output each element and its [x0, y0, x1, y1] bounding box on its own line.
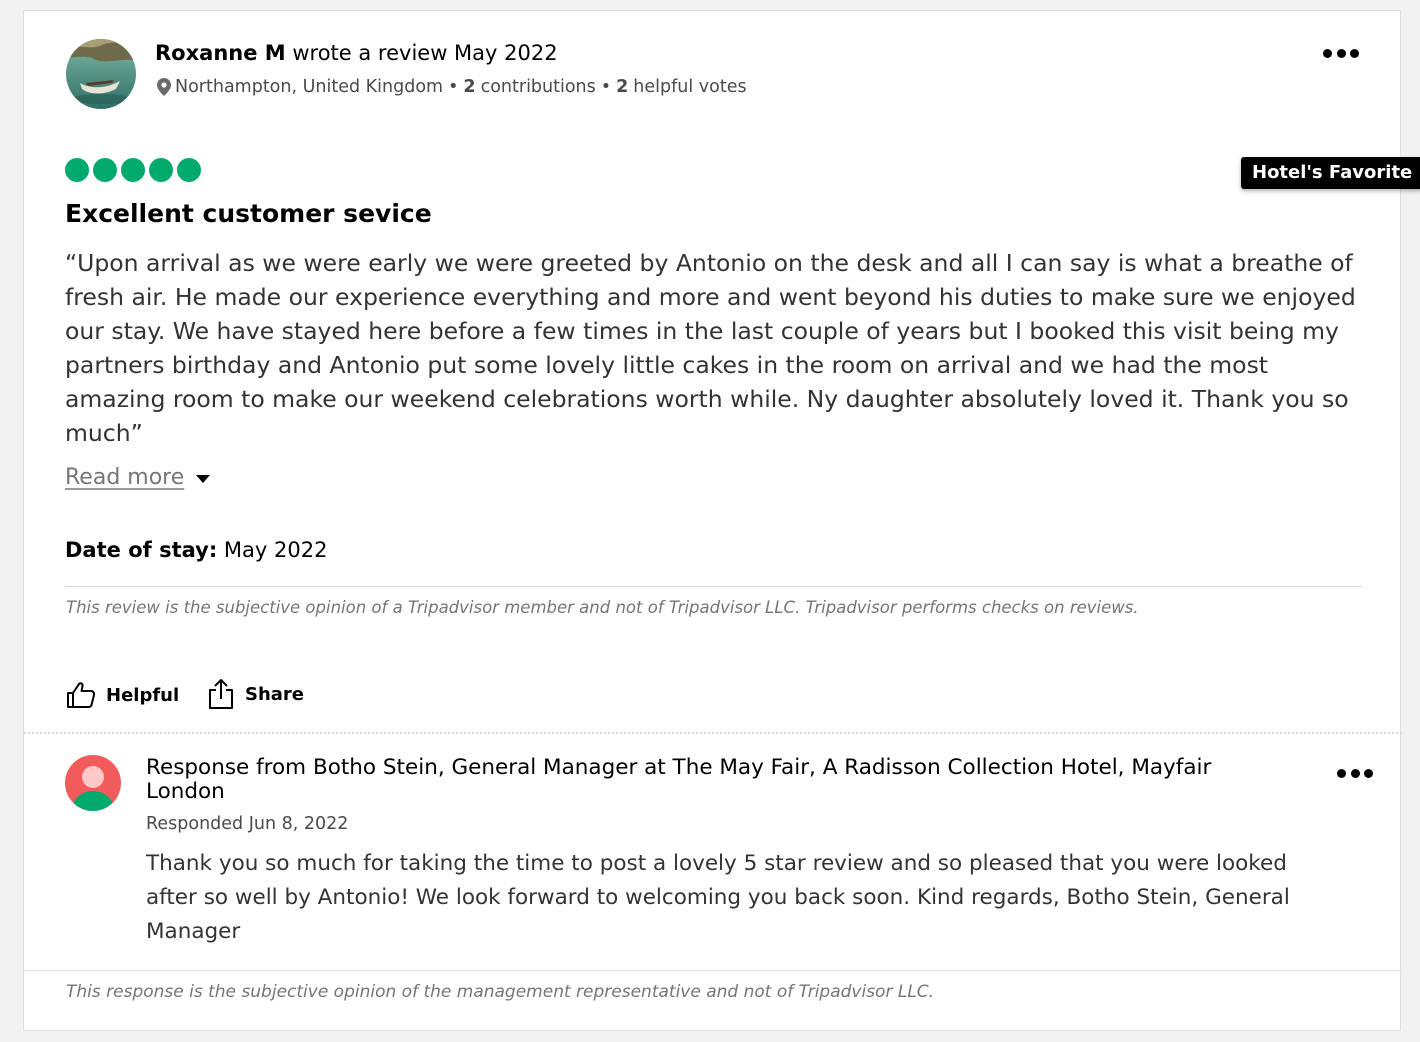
review-card: Roxanne M wrote a review May 2022 Northa…: [23, 10, 1420, 1031]
date-of-stay-value: May 2022: [223, 538, 328, 562]
map-pin-icon: [157, 78, 171, 96]
review-title[interactable]: Excellent customer sevice: [65, 198, 432, 230]
more-options-icon[interactable]: [1337, 767, 1373, 779]
hotels-favorite-badge: Hotel's Favorite: [1241, 157, 1420, 189]
rating-bubble: [121, 158, 145, 182]
caret-down-icon: [196, 475, 211, 483]
read-more-button[interactable]: Read more: [65, 464, 211, 492]
meta-separator: •: [600, 77, 612, 97]
helpful-votes-label: helpful votes: [633, 77, 747, 97]
date-of-stay: Date of stay: May 2022: [65, 536, 327, 564]
helpful-label: Helpful: [106, 684, 180, 706]
thumbs-up-icon: [67, 682, 96, 708]
share-icon: [209, 679, 233, 709]
rating-bubble: [93, 158, 117, 182]
share-label: Share: [245, 683, 305, 705]
wrote-review-text: wrote a review May 2022: [292, 41, 558, 65]
read-more-label: Read more: [65, 465, 185, 490]
meta-separator: •: [448, 77, 459, 97]
divider: [24, 970, 1402, 971]
response-disclaimer: This response is the subjective opinion …: [66, 982, 935, 1002]
author-avatar[interactable]: [66, 39, 136, 109]
date-of-stay-label: Date of stay:: [65, 538, 218, 562]
response-body: Thank you so much for taking the time to…: [146, 851, 1290, 944]
rating-bubbles: [65, 158, 201, 182]
response-title: Response from Botho Stein, General Manag…: [146, 755, 1212, 804]
contributions-count: 2: [463, 77, 476, 97]
response-separator: [24, 732, 1402, 734]
rating-bubble: [65, 158, 89, 182]
author-line: Roxanne M wrote a review May 2022: [155, 39, 558, 67]
rating-bubble: [149, 158, 173, 182]
author-name[interactable]: Roxanne M: [155, 41, 286, 65]
helpful-votes-count: 2: [616, 77, 629, 97]
contributions-label: contributions: [480, 77, 596, 97]
author-location: Northampton, United Kingdom: [175, 77, 444, 97]
review-disclaimer: This review is the subjective opinion of…: [66, 598, 1139, 617]
share-button[interactable]: Share: [207, 678, 304, 710]
more-options-icon[interactable]: [1323, 47, 1359, 59]
response-avatar: [65, 755, 121, 811]
author-meta: Northampton, United Kingdom • 2 contribu…: [157, 75, 747, 99]
divider: [65, 586, 1362, 587]
response-date: Responded Jun 8, 2022: [146, 814, 349, 834]
rating-bubble: [177, 158, 201, 182]
review-body: “Upon arrival as we were early we were g…: [65, 249, 1356, 447]
helpful-button[interactable]: Helpful: [66, 681, 179, 709]
